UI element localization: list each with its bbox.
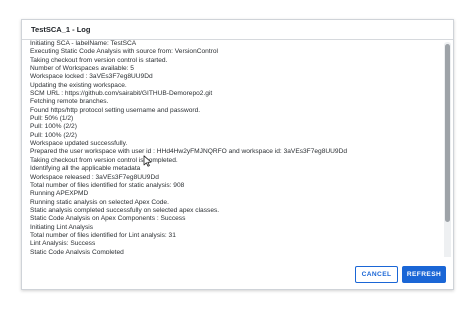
log-scrollbar[interactable] — [444, 42, 451, 274]
cancel-button[interactable]: CANCEL — [355, 266, 398, 283]
refresh-button[interactable]: REFRESH — [402, 266, 446, 283]
dialog-header: TestSCA_1 - Log — [22, 20, 453, 40]
log-line: Static Code Analysis on Apex Components … — [30, 215, 186, 223]
log-line: Pull: 100% (2/2) — [30, 131, 77, 139]
log-line: Initiating Lint Analysis — [30, 223, 94, 231]
log-line: Taking checkout from version control is … — [30, 156, 178, 164]
log-line: Initiating SCA - labelName: TestSCA — [30, 40, 137, 47]
log-line: Number of Workspaces available: 5 — [30, 65, 134, 73]
log-line: Prepared the user workspace with user id… — [30, 148, 347, 156]
log-line: Updating the existing workspace. — [30, 81, 127, 89]
log-line: Pull: 50% (1/2) — [30, 115, 74, 123]
log-line: Fetching remote branches. — [30, 98, 109, 106]
log-lines: Initiating SCA - labelName: TestSCA Exec… — [30, 40, 441, 254]
log-line: Running static analysis on selected Apex… — [30, 198, 169, 206]
log-line: Executing Static Code Analysis with sour… — [30, 48, 219, 56]
log-line: Found https/http protocol setting userna… — [30, 106, 201, 114]
log-line: Workspace locked : 3aVEs3F7eg8UU9Dd — [30, 73, 153, 81]
log-line: Workspace released : 3aVEs3F7eg8UU9Dd — [30, 173, 159, 181]
log-output[interactable]: Initiating SCA - labelName: TestSCA Exec… — [22, 40, 453, 276]
log-line: Static Code Analysis Completed — [30, 248, 124, 254]
log-line: Lint Analysis: Success — [30, 240, 96, 248]
log-line: Total number of files identified for Lin… — [30, 231, 176, 239]
dialog-footer: CANCEL REFRESH — [22, 257, 453, 289]
dialog-title: TestSCA_1 - Log — [31, 25, 91, 34]
log-line: Pull: 100% (2/2) — [30, 123, 77, 131]
log-line: Total number of files identified for sta… — [30, 181, 185, 189]
log-line: Taking checkout from version control is … — [30, 56, 168, 64]
log-scrollbar-thumb[interactable] — [445, 44, 450, 222]
log-line: Static analysis completed successfully o… — [30, 206, 220, 214]
log-line: SCM URL : https://github.com/sairabit/GI… — [30, 90, 213, 98]
log-line: Identifying all the applicable metadata — [30, 165, 141, 173]
log-dialog: TestSCA_1 - Log Initiating SCA - labelNa… — [21, 19, 454, 290]
log-line: Running APEXPMD — [30, 190, 89, 198]
mouse-pointer-icon — [143, 155, 152, 167]
log-line: Workspace updated successfully. — [30, 140, 128, 148]
